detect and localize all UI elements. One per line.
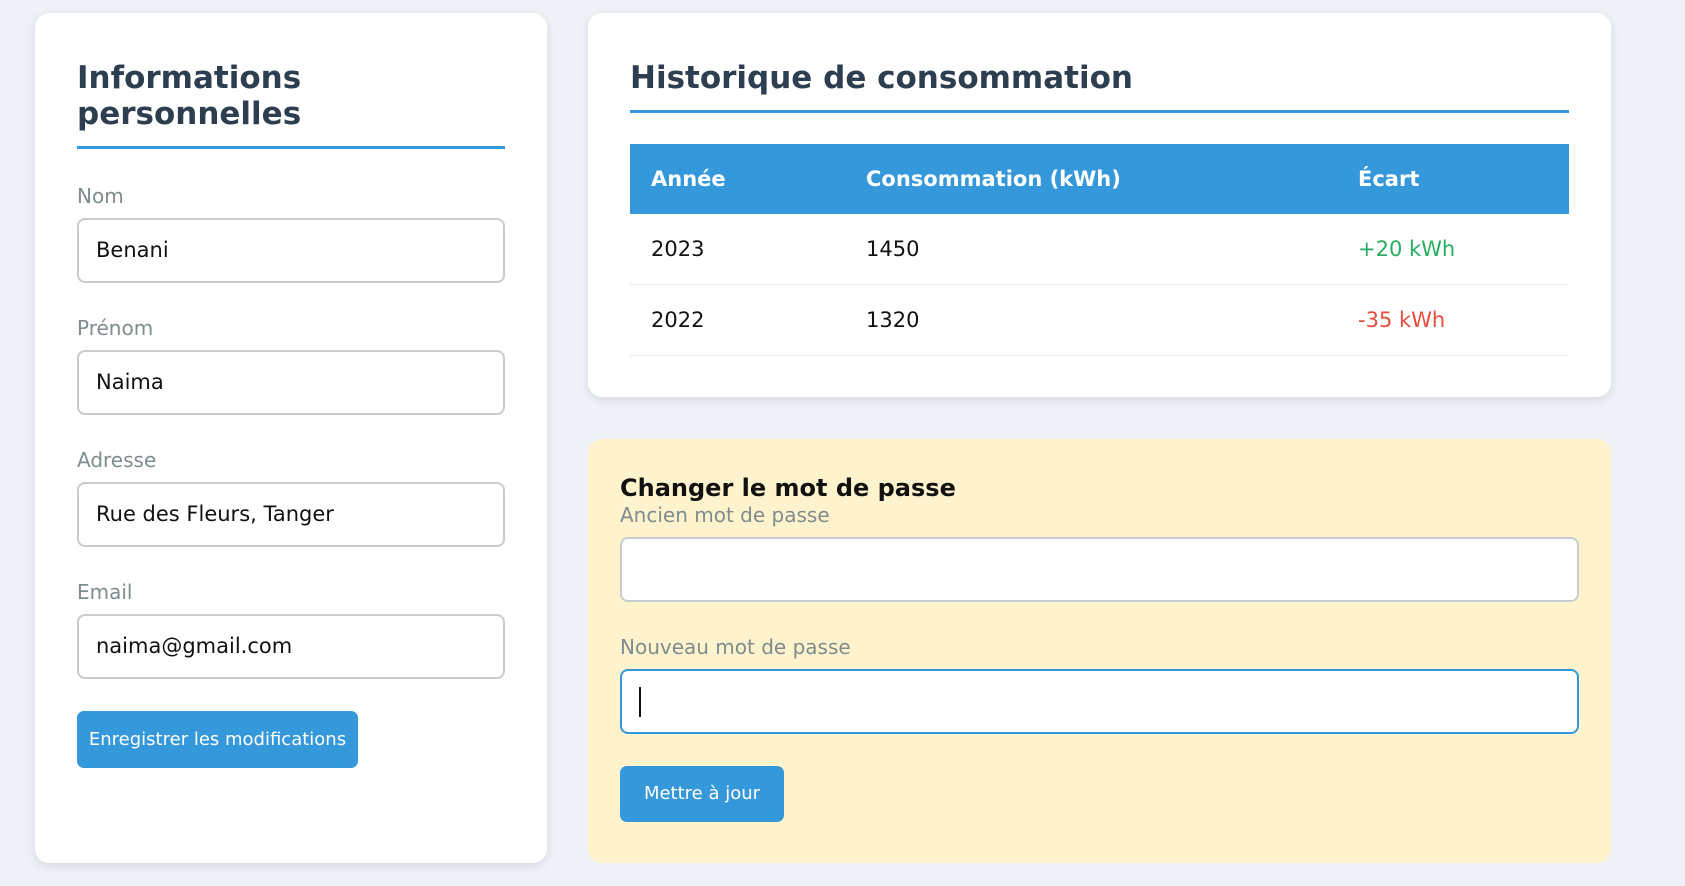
table-row: 2022 1320 -35 kWh (630, 284, 1569, 356)
prenom-input[interactable]: Naima (77, 350, 505, 415)
prenom-label: Prénom (77, 316, 154, 340)
header-consumption: Consommation (kWh) (845, 144, 1337, 214)
cell-diff-positive: +20 kWh (1337, 214, 1569, 285)
adresse-input[interactable]: Rue des Fleurs, Tanger (77, 482, 505, 547)
old-password-label: Ancien mot de passe (620, 503, 830, 527)
history-title: Historique de consommation (630, 13, 1569, 113)
change-password-card: Changer le mot de passe Ancien mot de pa… (588, 439, 1611, 863)
header-year: Année (630, 144, 845, 214)
header-diff: Écart (1337, 144, 1569, 214)
personal-info-card: Informations personnelles Nom Benani Pré… (35, 13, 547, 863)
adresse-label: Adresse (77, 448, 157, 472)
save-changes-button[interactable]: Enregistrer les modifications (77, 711, 358, 768)
cell-consumption: 1320 (845, 284, 1337, 356)
consumption-history-card: Historique de consommation Année Consomm… (588, 13, 1611, 397)
new-password-input[interactable] (620, 669, 1579, 734)
cell-diff-negative: -35 kWh (1337, 284, 1569, 356)
personal-info-title: Informations personnelles (77, 13, 505, 149)
history-table: Année Consommation (kWh) Écart 2023 1450… (630, 144, 1569, 356)
table-header-row: Année Consommation (kWh) Écart (630, 144, 1569, 214)
email-label: Email (77, 580, 133, 604)
text-caret (639, 687, 641, 717)
update-password-button[interactable]: Mettre à jour (620, 766, 784, 822)
nom-input[interactable]: Benani (77, 218, 505, 283)
nom-label: Nom (77, 184, 124, 208)
cell-year: 2023 (630, 214, 845, 285)
cell-consumption: 1450 (845, 214, 1337, 285)
old-password-input[interactable] (620, 537, 1579, 602)
table-row: 2023 1450 +20 kWh (630, 214, 1569, 285)
cell-year: 2022 (630, 284, 845, 356)
new-password-label: Nouveau mot de passe (620, 635, 851, 659)
change-password-title: Changer le mot de passe (620, 474, 956, 502)
email-input[interactable]: naima@gmail.com (77, 614, 505, 679)
